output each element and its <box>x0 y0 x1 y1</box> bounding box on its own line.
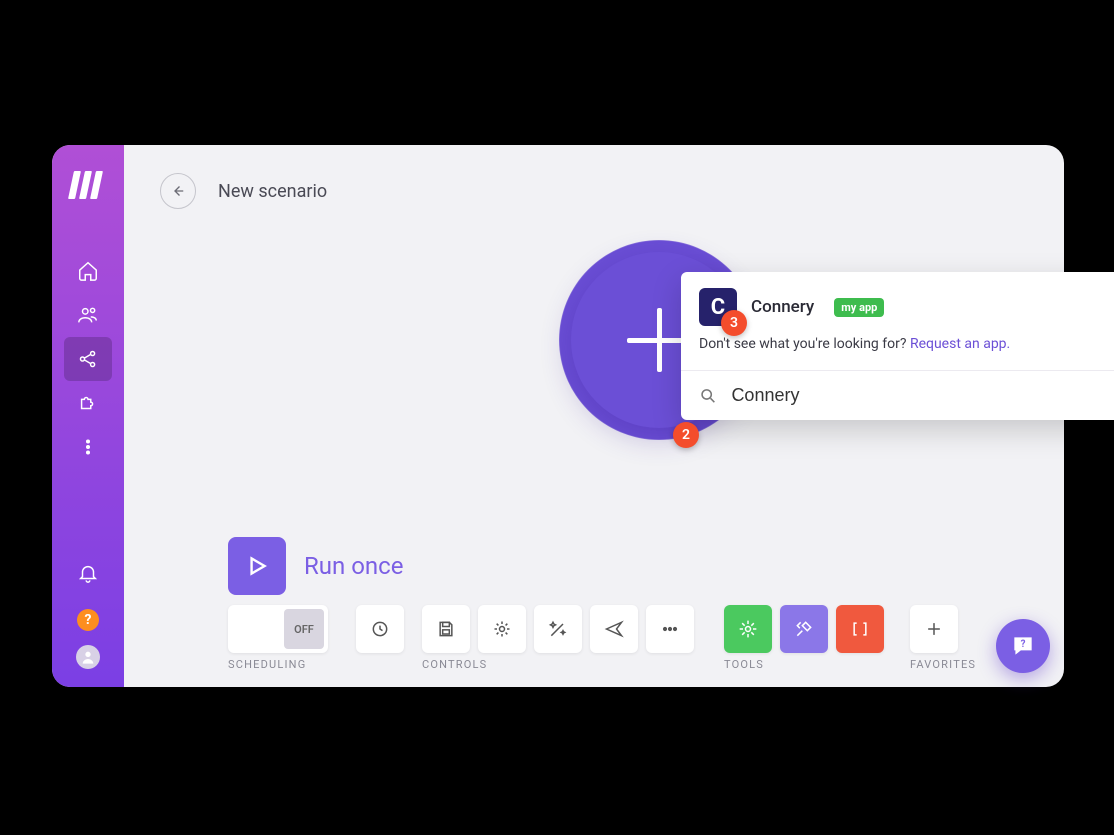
sidebar-item-users[interactable] <box>64 293 112 337</box>
my-app-tag: my app <box>834 298 884 317</box>
user-icon <box>80 649 96 665</box>
play-icon <box>244 553 270 579</box>
save-button[interactable] <box>422 605 470 653</box>
floppy-icon <box>436 619 456 639</box>
brackets-icon <box>850 619 870 639</box>
header: New scenario <box>124 145 1064 209</box>
more-vertical-icon <box>77 436 99 458</box>
sidebar-item-share[interactable] <box>64 337 112 381</box>
bottom-toolbar: OFF SCHEDULING <box>228 605 1034 671</box>
plane-button[interactable] <box>590 605 638 653</box>
sidebar-item-puzzle[interactable] <box>64 381 112 425</box>
tool-gear-button[interactable] <box>724 605 772 653</box>
search-icon <box>699 386 717 406</box>
run-row: Run once <box>228 537 403 595</box>
scheduling-toggle[interactable]: OFF <box>228 605 328 653</box>
sidebar-item-home[interactable] <box>64 249 112 293</box>
settings-button[interactable] <box>478 605 526 653</box>
more-horizontal-icon <box>660 619 680 639</box>
favorites-label: FAVORITES <box>910 658 976 671</box>
run-once-button[interactable] <box>228 537 286 595</box>
main: New scenario 2 C 3 Connery my app Don't … <box>124 145 1064 687</box>
scheduling-group: OFF SCHEDULING <box>228 605 404 671</box>
annotation-badge-2: 2 <box>673 422 699 448</box>
controls-group: CONTROLS <box>422 605 694 671</box>
magic-button[interactable] <box>534 605 582 653</box>
more-controls-button[interactable] <box>646 605 694 653</box>
puzzle-icon <box>77 392 99 414</box>
tools-label: TOOLS <box>724 658 884 671</box>
sidebar-bottom: ? <box>64 551 112 669</box>
app-search-input[interactable] <box>731 385 1114 406</box>
bell-icon <box>77 562 99 584</box>
sidebar: ? <box>52 145 124 687</box>
share-icon <box>77 348 99 370</box>
sidebar-nav <box>64 249 112 469</box>
logo <box>71 169 105 199</box>
schedule-button[interactable] <box>356 605 404 653</box>
scheduling-label: SCHEDULING <box>228 658 404 671</box>
users-icon <box>77 304 99 326</box>
page-title: New scenario <box>218 181 327 202</box>
scheduling-off-label: OFF <box>284 609 324 649</box>
request-app-link[interactable]: Request an app. <box>910 336 1010 352</box>
svg-text:?: ? <box>1021 639 1026 650</box>
plus-icon <box>924 619 944 639</box>
app-result-row[interactable]: C 3 Connery my app <box>681 272 1114 336</box>
annotation-badge-3: 3 <box>721 310 747 336</box>
sidebar-item-notifications[interactable] <box>64 551 112 595</box>
app-window: ? New scenario 2 C 3 Connery <box>52 145 1064 687</box>
request-prefix: Don't see what you're looking for? <box>699 336 910 352</box>
airplane-icon <box>604 619 624 639</box>
app-search-bar <box>681 370 1114 420</box>
help-fab[interactable]: ? <box>996 619 1050 673</box>
back-button[interactable] <box>160 173 196 209</box>
arrow-left-icon <box>169 182 187 200</box>
request-app-text: Don't see what you're looking for? Reque… <box>681 336 1114 370</box>
tools-group: TOOLS <box>724 605 884 671</box>
sidebar-item-more[interactable] <box>64 425 112 469</box>
clock-icon <box>370 619 390 639</box>
run-once-label: Run once <box>304 552 403 580</box>
app-search-popover: C 3 Connery my app Don't see what you're… <box>681 272 1114 420</box>
controls-label: CONTROLS <box>422 658 694 671</box>
app-icon: C 3 <box>699 288 737 326</box>
add-favorite-button[interactable] <box>910 605 958 653</box>
chat-question-icon: ? <box>1010 633 1036 659</box>
tool-wrench-button[interactable] <box>780 605 828 653</box>
wand-icon <box>548 619 568 639</box>
favorites-group: FAVORITES <box>910 605 976 671</box>
tool-brackets-button[interactable] <box>836 605 884 653</box>
app-name: Connery <box>751 297 814 317</box>
help-badge[interactable]: ? <box>77 609 99 631</box>
home-icon <box>77 260 99 282</box>
avatar[interactable] <box>76 645 100 669</box>
gear-icon <box>738 619 758 639</box>
tools-icon <box>794 619 814 639</box>
gear-icon <box>492 619 512 639</box>
